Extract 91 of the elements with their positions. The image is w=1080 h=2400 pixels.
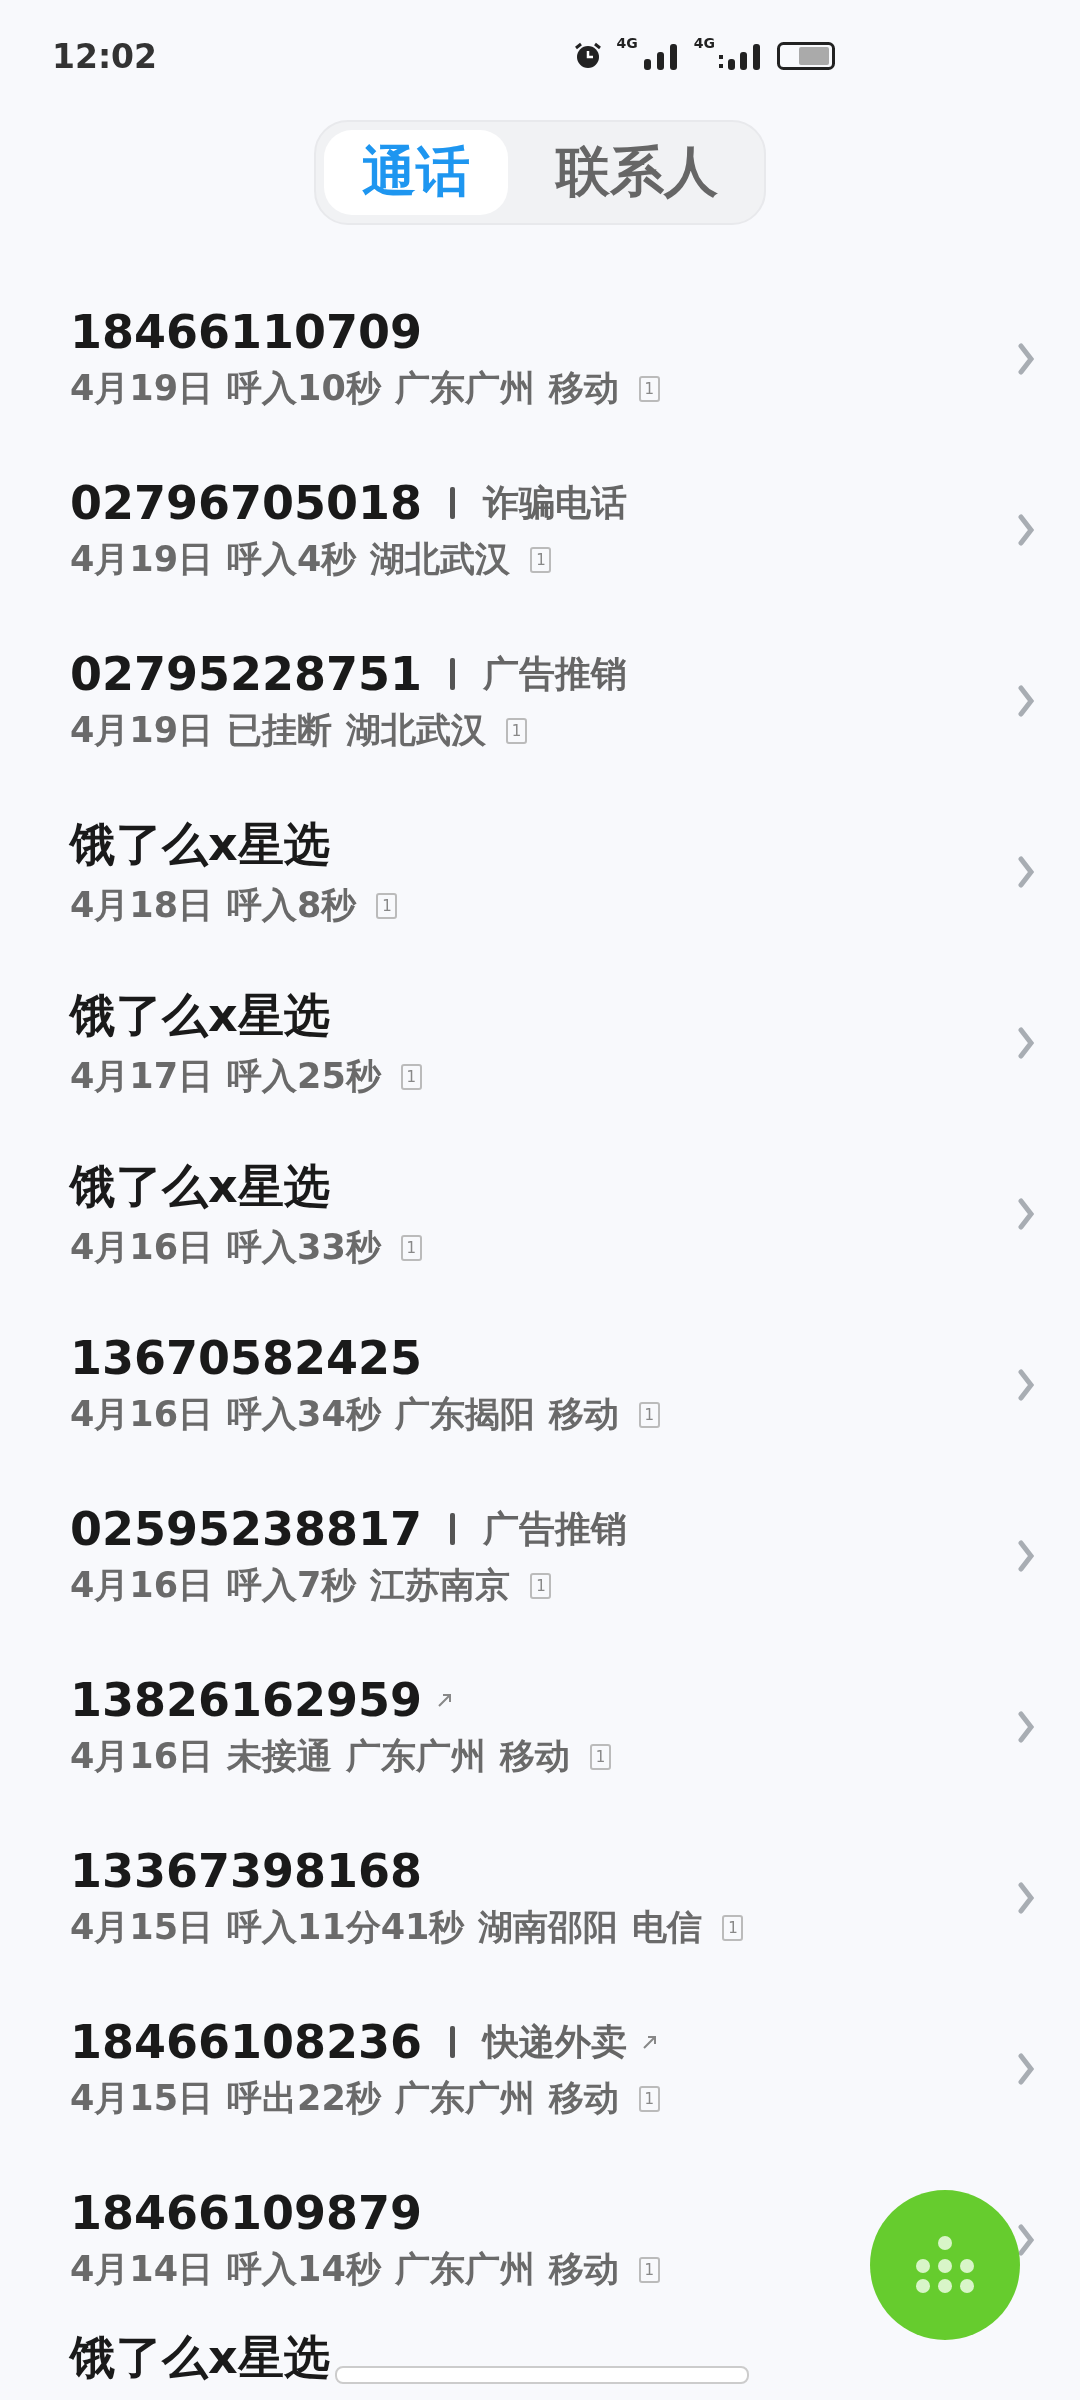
chevron-right-icon[interactable]: [1018, 2052, 1034, 2085]
call-location: 广东广州: [394, 2077, 535, 2120]
call-date: 4月19日: [70, 538, 214, 581]
call-location: 广东广州: [394, 2248, 535, 2291]
chevron-right-icon[interactable]: [1018, 1368, 1034, 1401]
call-date: 4月14日: [70, 2248, 214, 2291]
carrier: 电信: [632, 1906, 703, 1949]
chevron-right-icon[interactable]: [1018, 855, 1034, 888]
chevron-right-icon[interactable]: [1018, 1539, 1034, 1572]
carrier: 移动: [548, 2248, 619, 2291]
call-location: 湖北武汉: [370, 538, 511, 581]
number-tag: 广告推销: [483, 1504, 628, 1554]
number-tag: 诈骗电话: [483, 478, 628, 528]
call-date: 4月15日: [70, 2077, 214, 2120]
sim-icon: 1: [638, 1401, 660, 1428]
call-date: 4月19日: [70, 709, 214, 752]
call-status: 呼入7秒: [227, 1564, 357, 1607]
caller-name: 18466110709: [70, 305, 423, 359]
call-location: 湖北武汉: [346, 709, 487, 752]
sim-icon: 1: [530, 1572, 552, 1599]
number-tag: 广告推销: [483, 649, 628, 699]
call-date: 4月18日: [70, 884, 214, 927]
call-date: 4月17日: [70, 1055, 214, 1098]
call-status: 呼入33秒: [227, 1226, 381, 1269]
sim-icon: 1: [506, 717, 528, 744]
dialpad-icon: [913, 2236, 977, 2294]
caller-name: 饿了么x星选: [70, 2330, 330, 2384]
status-time: 12:02: [52, 36, 158, 76]
caller-name: 13826162959: [70, 1673, 423, 1727]
chevron-right-icon[interactable]: [1018, 1026, 1034, 1059]
sim-icon: 1: [638, 2085, 660, 2112]
signal-icon: [719, 41, 763, 71]
call-date: 4月19日: [70, 367, 214, 410]
sim-icon: 1: [400, 1234, 422, 1261]
alarm-icon: [572, 41, 603, 71]
battery-icon: [777, 42, 835, 70]
call-status: 呼入11分41秒: [227, 1906, 465, 1949]
caller-name: 02795228751: [70, 647, 423, 701]
caller-name: 02595238817: [70, 1502, 423, 1556]
sim-icon: 1: [400, 1063, 422, 1090]
call-location: 湖南邵阳: [478, 1906, 619, 1949]
chevron-right-icon[interactable]: [1018, 684, 1034, 717]
call-status: 呼出22秒: [227, 2077, 381, 2120]
carrier: 移动: [500, 1735, 571, 1778]
sim-icon: 1: [530, 546, 552, 573]
caller-name: 18466108236: [70, 2015, 423, 2069]
call-status: 呼入4秒: [227, 538, 357, 581]
chevron-right-icon[interactable]: [1018, 1197, 1034, 1230]
call-status: 呼入25秒: [227, 1055, 381, 1098]
signal-icon: [641, 41, 680, 71]
home-indicator[interactable]: [335, 2366, 749, 2384]
call-date: 4月16日: [70, 1393, 214, 1436]
sim-icon: 1: [638, 2256, 660, 2283]
chevron-right-icon[interactable]: [1018, 342, 1034, 375]
caller-name: 饿了么x星选: [70, 1158, 330, 1215]
caller-name: 饿了么x星选: [70, 816, 330, 873]
call-status: 呼入14秒: [227, 2248, 381, 2291]
sim-icon: 1: [722, 1914, 744, 1941]
call-location: 广东揭阳: [394, 1393, 535, 1436]
caller-name: 13367398168: [70, 1844, 423, 1898]
tab[interactable]: 通话: [324, 130, 508, 215]
call-location: 江苏南京: [370, 1564, 511, 1607]
call-status: 未接通: [227, 1735, 333, 1778]
caller-name: 02796705018: [70, 476, 423, 530]
number-tag: 快递外卖: [483, 2017, 628, 2067]
call-status: 呼入10秒: [227, 367, 381, 410]
call-status: 呼入34秒: [227, 1393, 381, 1436]
caller-name: 18466109879: [70, 2186, 423, 2240]
sim-icon: 1: [590, 1743, 612, 1770]
sim-icon: 1: [638, 375, 660, 402]
sim-icon: 1: [376, 892, 398, 919]
call-status: 已挂断: [227, 709, 333, 752]
call-location: 广东广州: [346, 1735, 487, 1778]
caller-name: 饿了么x星选: [70, 987, 330, 1044]
call-date: 4月16日: [70, 1735, 214, 1778]
network-type: 4G: [616, 35, 638, 51]
call-date: 4月16日: [70, 1226, 214, 1269]
tab[interactable]: 联系人: [518, 130, 756, 215]
call-date: 4月16日: [70, 1564, 214, 1607]
carrier: 移动: [548, 367, 619, 410]
call-location: 广东广州: [394, 367, 535, 410]
network-type: 4G: [693, 35, 715, 51]
chevron-right-icon[interactable]: [1018, 2223, 1034, 2256]
chevron-right-icon[interactable]: [1018, 513, 1034, 546]
chevron-right-icon[interactable]: [1018, 1881, 1034, 1914]
call-status: 呼入8秒: [227, 884, 357, 927]
chevron-right-icon[interactable]: [1018, 1710, 1034, 1743]
call-date: 4月15日: [70, 1906, 214, 1949]
caller-name: 13670582425: [70, 1331, 423, 1385]
carrier: 移动: [548, 2077, 619, 2120]
carrier: 移动: [548, 1393, 619, 1436]
